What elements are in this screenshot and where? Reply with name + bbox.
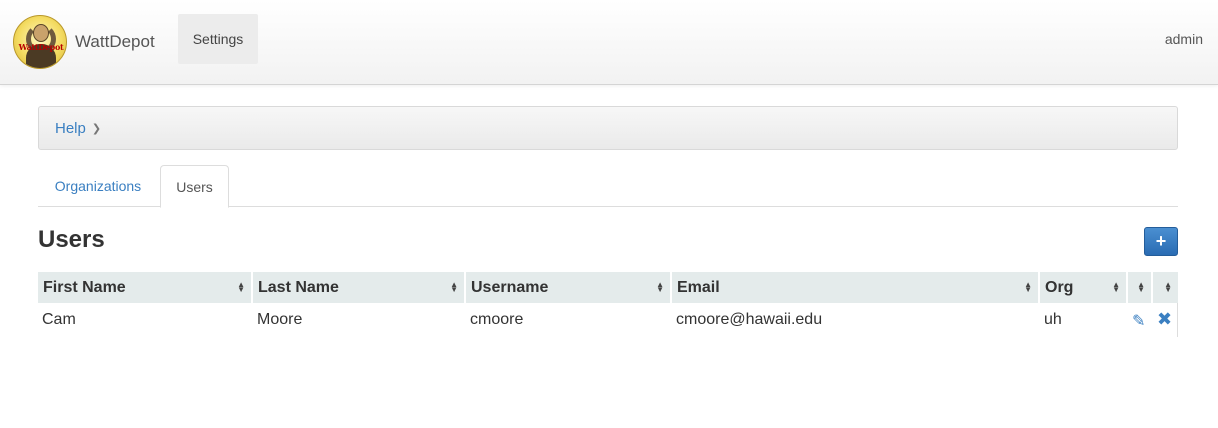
plus-icon: + [1155, 231, 1167, 251]
chevron-right-icon: ❯ [91, 122, 102, 135]
cell-last-name: Moore [257, 311, 303, 328]
navbar: WattDepot WattDepot Settings admin [0, 0, 1218, 85]
page-title: Users [38, 226, 105, 253]
sort-icon[interactable]: ▲ ▼ [450, 281, 458, 294]
table-row: Cam Moore cmoore cmoore@hawaii.edu uh ✎ … [38, 303, 1178, 337]
breadcrumb-help-link[interactable]: Help [55, 120, 86, 137]
column-header-username[interactable]: Username ▲ ▼ [466, 272, 672, 303]
column-header-org[interactable]: Org ▲ ▼ [1040, 272, 1128, 303]
cell-username: cmoore [470, 311, 524, 328]
logo-portrait-head [33, 24, 49, 42]
table-header: First Name ▲ ▼ Last Name ▲ ▼ Username ▲ ▼ E… [38, 272, 1178, 303]
sort-icon[interactable]: ▲ ▼ [1164, 281, 1172, 294]
add-user-button[interactable]: + [1144, 227, 1178, 256]
nav-settings[interactable]: Settings [178, 14, 258, 64]
wattdepot-logo[interactable]: WattDepot [13, 15, 67, 69]
cell-first-name: Cam [42, 311, 76, 328]
tab-users[interactable]: Users [160, 165, 229, 208]
column-header-label: First Name [43, 278, 126, 296]
breadcrumb: Help ❯ [38, 106, 1178, 150]
column-header-delete[interactable]: ▲ ▼ [1153, 272, 1178, 303]
sort-icon[interactable]: ▲ ▼ [1112, 281, 1120, 294]
column-header-label: Last Name [258, 278, 339, 296]
logo-text: WattDepot [18, 42, 64, 52]
column-header-first-name[interactable]: First Name ▲ ▼ [38, 272, 253, 303]
column-header-label: Email [677, 278, 720, 296]
column-header-edit[interactable]: ▲ ▼ [1128, 272, 1153, 303]
cell-org: uh [1044, 311, 1062, 328]
column-header-last-name[interactable]: Last Name ▲ ▼ [253, 272, 466, 303]
row-divider [1177, 303, 1178, 337]
user-menu[interactable]: admin [1165, 31, 1203, 47]
sort-icon[interactable]: ▲ ▼ [656, 281, 664, 294]
sort-icon[interactable]: ▲ ▼ [1024, 281, 1032, 294]
brand[interactable]: WattDepot WattDepot [13, 15, 155, 69]
tab-bar: Organizations Users [38, 165, 1178, 208]
tab-organizations[interactable]: Organizations [38, 165, 158, 207]
column-header-label: Username [471, 278, 549, 296]
sort-icon[interactable]: ▲ ▼ [1137, 281, 1145, 294]
close-icon[interactable]: ✖ [1157, 309, 1175, 329]
column-header-email[interactable]: Email ▲ ▼ [672, 272, 1040, 303]
pencil-icon[interactable]: ✎ [1132, 311, 1150, 330]
users-table: First Name ▲ ▼ Last Name ▲ ▼ Username ▲ ▼ E… [38, 272, 1178, 337]
column-header-label: Org [1045, 278, 1074, 296]
cell-email: cmoore@hawaii.edu [676, 311, 823, 328]
brand-name[interactable]: WattDepot [75, 32, 155, 52]
sort-icon[interactable]: ▲ ▼ [237, 281, 245, 294]
